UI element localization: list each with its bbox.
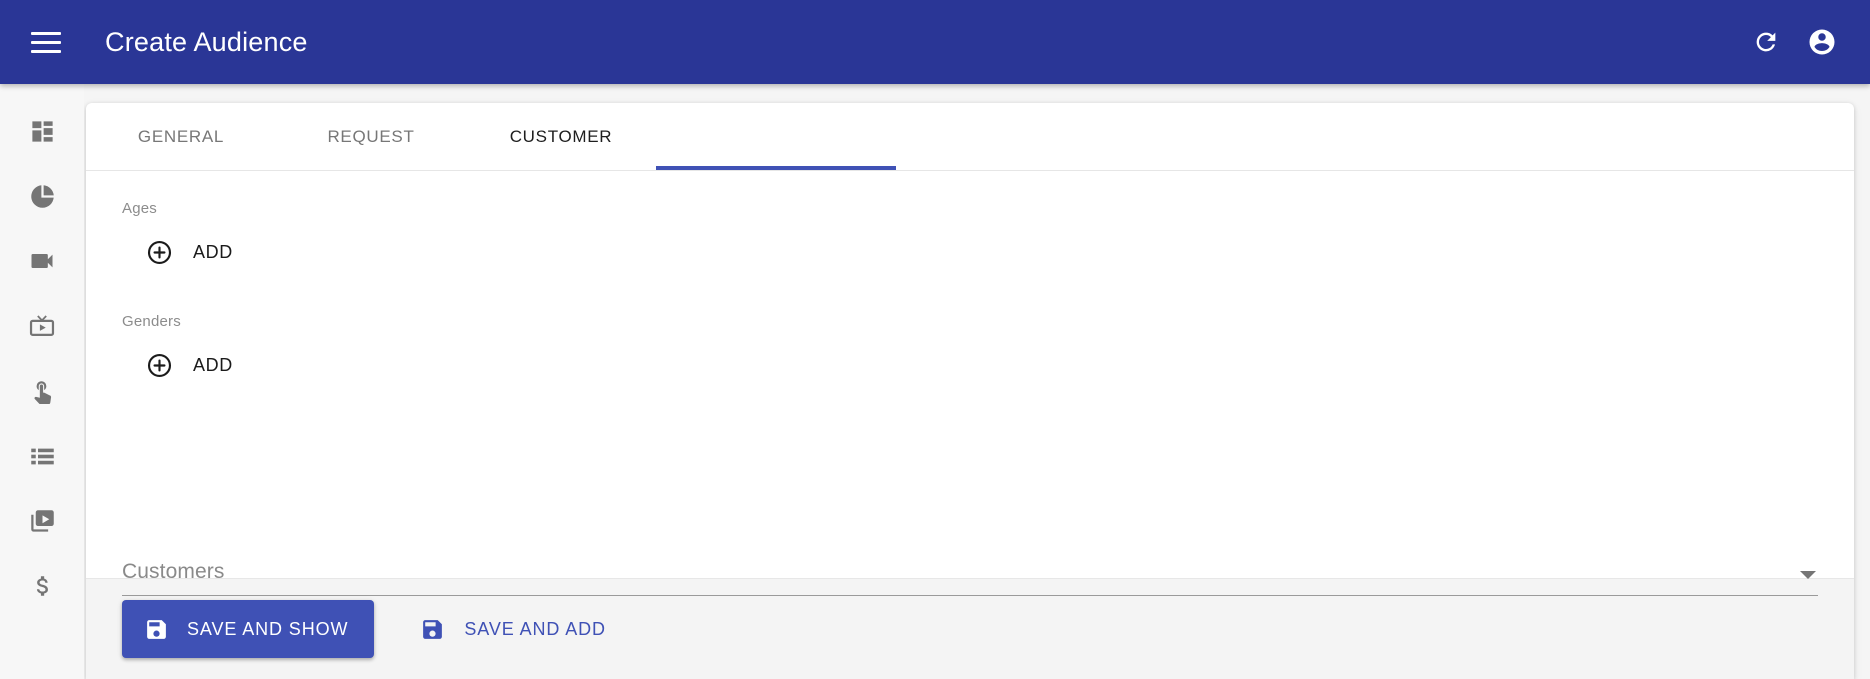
- sidebar-item-list[interactable]: [20, 437, 64, 475]
- menu-bar-2: [31, 40, 61, 44]
- save-and-show-label: SAVE AND SHOW: [187, 618, 349, 639]
- tab-active-indicator: [656, 166, 896, 170]
- sidebar-item-reports[interactable]: [20, 177, 64, 215]
- menu-bar-3: [31, 49, 61, 53]
- sidebar-item-live-tv[interactable]: [20, 307, 64, 345]
- save-icon: [420, 617, 445, 642]
- genders-add-label: ADD: [193, 354, 233, 375]
- ages-add-label: ADD: [193, 241, 233, 262]
- sidebar-item-touch-app[interactable]: [20, 372, 64, 410]
- content-card: GENERAL REQUEST CUSTOMER Ages ADD Gender…: [86, 103, 1854, 679]
- save-and-add-button[interactable]: SAVE AND ADD: [404, 600, 622, 658]
- form-body: Ages ADD Genders ADD Customers: [86, 171, 1854, 596]
- sidebar-item-video-library[interactable]: [20, 502, 64, 540]
- page-title: Create Audience: [105, 26, 308, 57]
- genders-label: Genders: [122, 313, 181, 330]
- sidebar-item-dashboard[interactable]: [20, 112, 64, 150]
- videocam-icon: [28, 247, 56, 275]
- video-library-icon: [29, 508, 56, 535]
- genders-add-button[interactable]: ADD: [144, 350, 233, 380]
- save-and-add-label: SAVE AND ADD: [464, 618, 606, 639]
- tab-customer[interactable]: CUSTOMER: [466, 103, 656, 171]
- tab-request[interactable]: REQUEST: [276, 103, 466, 171]
- touch-app-icon: [29, 378, 55, 404]
- add-circle-outline-icon: [144, 350, 174, 380]
- menu-bar-1: [31, 31, 61, 35]
- list-icon: [29, 443, 56, 470]
- tab-general[interactable]: GENERAL: [86, 103, 276, 171]
- account-circle-icon[interactable]: [1794, 14, 1850, 70]
- dashboard-icon: [29, 118, 56, 145]
- ages-add-button[interactable]: ADD: [144, 237, 233, 267]
- ages-group: Ages ADD: [122, 200, 1818, 267]
- sidebar-item-billing[interactable]: [20, 567, 64, 605]
- save-icon: [144, 617, 169, 642]
- live-tv-icon: [28, 312, 56, 340]
- tab-bar: GENERAL REQUEST CUSTOMER: [86, 103, 1854, 171]
- pie-chart-icon: [29, 183, 56, 210]
- customers-select-label: Customers: [122, 560, 225, 583]
- ages-label: Ages: [122, 200, 157, 217]
- save-and-show-button[interactable]: SAVE AND SHOW: [122, 600, 375, 658]
- app-root: Create Audience GENERAL REQUEST CUSTOMER…: [0, 0, 1870, 679]
- genders-group: Genders ADD: [122, 313, 1818, 380]
- app-bar: Create Audience: [0, 0, 1870, 84]
- refresh-icon[interactable]: [1738, 14, 1794, 70]
- left-nav-rail: [0, 84, 84, 679]
- sidebar-item-videocam[interactable]: [20, 242, 64, 280]
- add-circle-outline-icon: [144, 237, 174, 267]
- dollar-icon: [29, 573, 55, 599]
- customers-select[interactable]: Customers: [122, 540, 1818, 596]
- hamburger-menu-icon[interactable]: [18, 14, 74, 70]
- dropdown-arrow-icon[interactable]: [1800, 571, 1816, 579]
